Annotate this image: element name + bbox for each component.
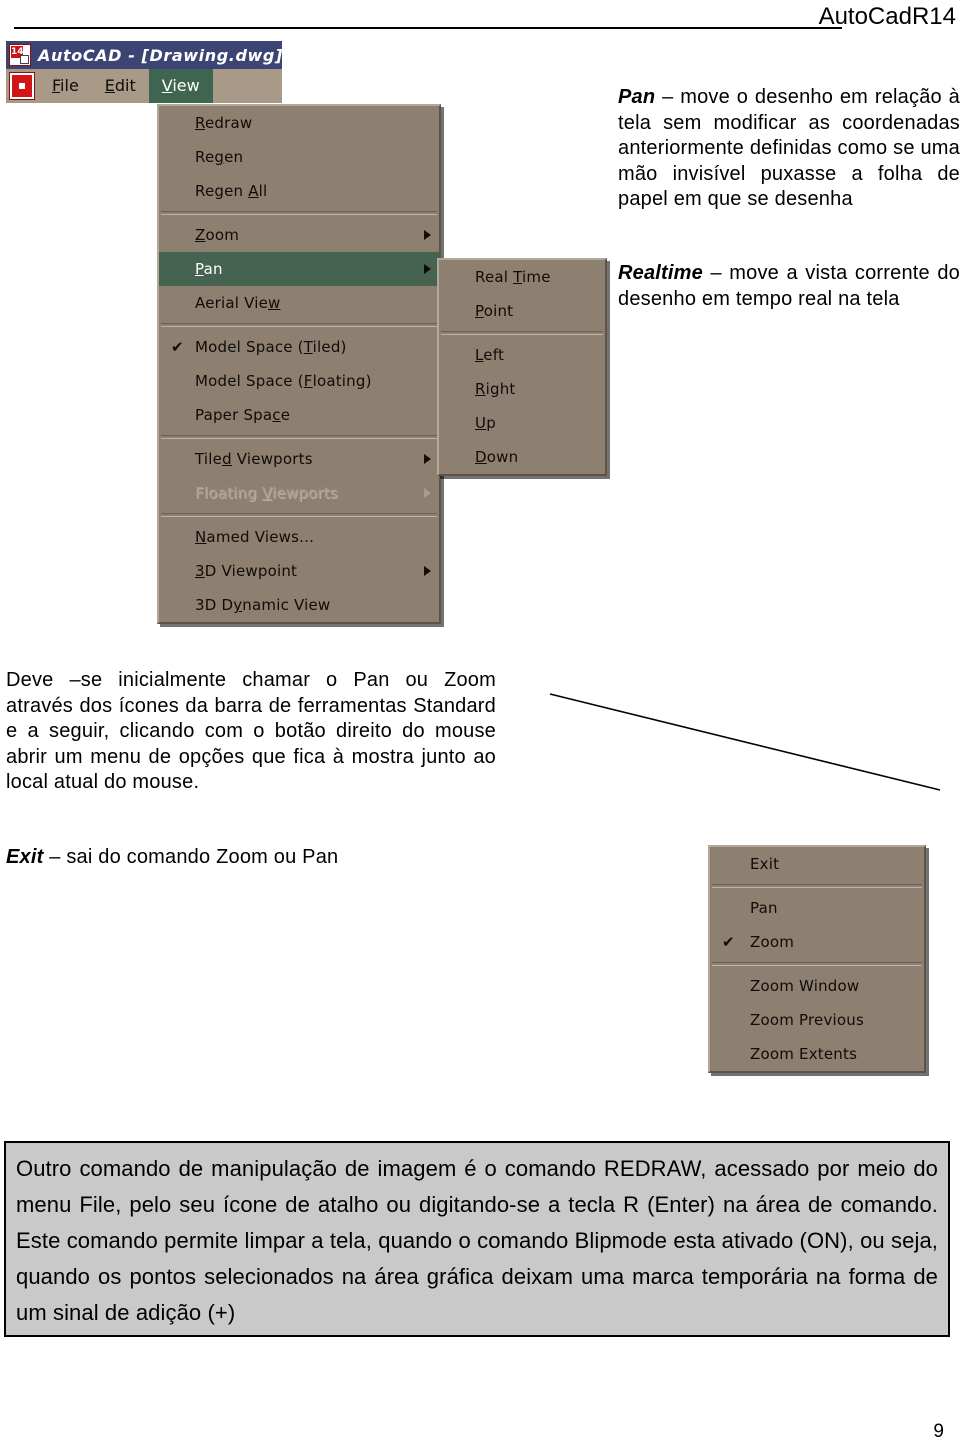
view-menu-item-3d-dynamic-view[interactable]: 3D Dynamic View — [159, 588, 439, 622]
context-menu-item-zoom[interactable]: ✔ Zoom — [710, 925, 924, 959]
context-menu-item-exit[interactable]: Exit — [710, 847, 924, 881]
view-menu-item-label: Model Space (Tiled) — [195, 338, 347, 356]
pan-submenu-separator — [441, 331, 603, 335]
context-menu-item-label: Zoom Previous — [750, 1011, 865, 1029]
pan-submenu-item-right[interactable]: Right — [439, 372, 605, 406]
pan-submenu-item-label: Right — [475, 380, 516, 398]
view-menu-item-regen[interactable]: Regen — [159, 140, 439, 174]
view-menu-item-label: Floating Viewports — [195, 484, 338, 502]
view-menu-item-label: Zoom — [195, 226, 240, 244]
view-menu-item-named-views[interactable]: Named Views... — [159, 520, 439, 554]
page-header: AutoCadR14 — [0, 0, 960, 36]
paragraph-pan-lead: Pan — [618, 86, 656, 108]
pan-submenu-item-left[interactable]: Left — [439, 338, 605, 372]
menubar-item-file[interactable]: File — [39, 69, 92, 103]
view-menu-item-model-space-tiled[interactable]: ✔ Model Space (Tiled) — [159, 330, 439, 364]
window-titlebar: 14 AutoCAD - [Drawing.dwg] — [6, 41, 282, 69]
pan-submenu-item-label: Up — [475, 414, 496, 432]
view-menu-separator — [161, 323, 437, 327]
menubar-item-view[interactable]: View — [148, 69, 213, 103]
context-menu-item-pan[interactable]: Pan — [710, 891, 924, 925]
context-menu-separator — [712, 962, 922, 966]
page-title: AutoCadR14 — [818, 3, 956, 30]
view-menu-item-model-space-floating[interactable]: Model Space (Floating) — [159, 364, 439, 398]
menubar-item-view-rest: iew — [172, 76, 200, 95]
paragraph-exit: Exit – sai do comando Zoom ou Pan — [6, 845, 496, 871]
pan-submenu-item-label: Point — [475, 302, 514, 320]
view-menu-separator — [161, 211, 437, 215]
view-menu-item-label: Redraw — [195, 114, 253, 132]
menubar-item-file-rest: ile — [60, 76, 79, 95]
paragraph-realtime: Realtime – move a vista corrente do dese… — [618, 261, 960, 312]
context-menu-separator — [712, 884, 922, 888]
view-menu-item-zoom[interactable]: Zoom — [159, 218, 439, 252]
pan-submenu-item-real-time[interactable]: Real Time — [439, 260, 605, 294]
paragraph-exit-lead: Exit — [6, 846, 44, 868]
view-menu-item-label: 3D Viewpoint — [195, 562, 298, 580]
check-icon: ✔ — [722, 933, 735, 951]
window-menubar: File Edit View — [6, 69, 282, 103]
menubar-item-edit-rest: dit — [114, 76, 136, 95]
paragraph-exit-body: – sai do comando Zoom ou Pan — [43, 846, 339, 868]
view-dropdown-menu: Redraw Regen Regen All Zoom Pan Aerial View ✔ M… — [157, 104, 441, 624]
view-menu-item-3d-viewpoint[interactable]: 3D Viewpoint — [159, 554, 439, 588]
pan-submenu-item-label: Left — [475, 346, 505, 364]
pan-submenu-item-point[interactable]: Point — [439, 294, 605, 328]
view-menu-item-label: Regen All — [195, 182, 268, 200]
view-menu-item-tiled-viewports[interactable]: Tiled Viewports — [159, 442, 439, 476]
icon-fold — [20, 55, 29, 64]
context-menu-item-label: Exit — [750, 855, 780, 873]
context-menu-item-zoom-window[interactable]: Zoom Window — [710, 969, 924, 1003]
autocad-window: 14 AutoCAD - [Drawing.dwg] File Edit Vie… — [6, 41, 282, 103]
document-control-icon-square — [18, 82, 26, 90]
pan-submenu-item-down[interactable]: Down — [439, 440, 605, 474]
view-menu-item-label: Paper Space — [195, 406, 291, 424]
view-menu-item-label: Regen — [195, 148, 244, 166]
context-menu-item-label: Pan — [750, 899, 778, 917]
view-menu-item-label: Aerial View — [195, 294, 281, 312]
menubar-item-edit[interactable]: Edit — [92, 69, 149, 103]
submenu-arrow-icon — [424, 230, 431, 240]
view-menu-item-regen-all[interactable]: Regen All — [159, 174, 439, 208]
view-menu-item-label: Model Space (Floating) — [195, 372, 372, 390]
view-menu-item-floating-viewports: Floating Viewports — [159, 476, 439, 510]
context-menu-item-label: Zoom Window — [750, 977, 860, 995]
view-menu-item-redraw[interactable]: Redraw — [159, 106, 439, 140]
view-menu-item-pan[interactable]: Pan — [159, 252, 439, 286]
context-menu-item-label: Zoom Extents — [750, 1045, 858, 1063]
paragraph-deve: Deve –se inicialmente chamar o Pan ou Zo… — [6, 669, 496, 793]
view-menu-separator — [161, 513, 437, 517]
autocad-app-icon: 14 — [9, 44, 31, 66]
paragraph-pan: Pan – move o desenho em relação à tela s… — [618, 85, 960, 213]
submenu-arrow-icon — [424, 454, 431, 464]
zoom-pan-context-menu: Exit Pan ✔ Zoom Zoom Window Zoom Previous Zoom… — [708, 845, 926, 1073]
pan-submenu-item-up[interactable]: Up — [439, 406, 605, 440]
context-menu-item-zoom-previous[interactable]: Zoom Previous — [710, 1003, 924, 1037]
view-menu-item-label: Named Views... — [195, 528, 315, 546]
paragraph-realtime-lead: Realtime — [618, 262, 703, 284]
note-box-text: Outro comando de manipulação de imagem é… — [16, 1156, 938, 1325]
context-menu-item-zoom-extents[interactable]: Zoom Extents — [710, 1037, 924, 1071]
pan-submenu-item-label: Down — [475, 448, 519, 466]
check-icon: ✔ — [171, 338, 184, 356]
page-number: 9 — [933, 1421, 944, 1442]
submenu-arrow-icon — [424, 488, 431, 498]
pan-submenu: Real Time Point Left Right Up Down — [437, 258, 607, 476]
view-menu-item-paper-space[interactable]: Paper Space — [159, 398, 439, 432]
view-menu-item-label: Pan — [195, 260, 223, 278]
leader-line — [549, 693, 941, 791]
pan-submenu-item-label: Real Time — [475, 268, 551, 286]
document-control-icon[interactable] — [9, 72, 35, 100]
window-title: AutoCAD - [Drawing.dwg] — [38, 45, 283, 65]
submenu-arrow-icon — [424, 264, 431, 274]
view-menu-item-aerial-view[interactable]: Aerial View — [159, 286, 439, 320]
header-rule — [14, 27, 842, 29]
paragraph-pan-body: – move o desenho em relação à tela sem m… — [618, 86, 960, 210]
view-menu-item-label: 3D Dynamic View — [195, 596, 331, 614]
view-menu-separator — [161, 435, 437, 439]
context-menu-item-label: Zoom — [750, 933, 795, 951]
submenu-arrow-icon — [424, 566, 431, 576]
view-menu-item-label: Tiled Viewports — [195, 450, 313, 468]
note-box: Outro comando de manipulação de imagem é… — [4, 1141, 950, 1337]
